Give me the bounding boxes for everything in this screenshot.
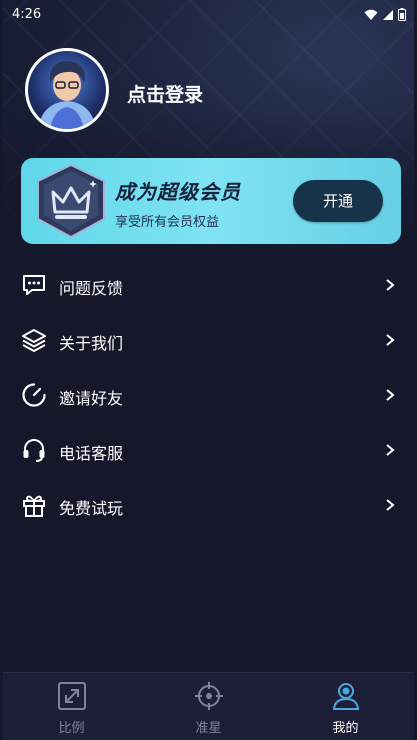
chevron-right-icon [386, 499, 395, 511]
menu-item-label: 电话客服 [59, 444, 124, 463]
menu-item-label: 免费试玩 [59, 499, 124, 518]
expand-icon [58, 682, 86, 710]
status-icons [364, 8, 406, 21]
vip-activate-button[interactable]: 开通 [293, 180, 383, 222]
menu-item-about[interactable]: 关于我们 [3, 313, 414, 368]
menu-item-label: 邀请好友 [59, 389, 124, 408]
timer-icon [22, 383, 46, 407]
tab-mine[interactable]: 我的 [277, 673, 414, 740]
menu-item-label: 关于我们 [59, 334, 124, 353]
login-text[interactable]: 点击登录 [127, 80, 203, 107]
status-bar: 4:26 [3, 0, 414, 30]
settings-menu: 问题反馈 关于我们 邀请好友 电话客服 免费试玩 [3, 258, 414, 533]
menu-item-customer-service[interactable]: 电话客服 [3, 423, 414, 478]
headset-icon [23, 439, 45, 462]
tab-label: 准星 [195, 721, 222, 736]
vip-banner[interactable]: 成为超级会员 享受所有会员权益 开通 [21, 158, 401, 244]
menu-item-feedback[interactable]: 问题反馈 [3, 258, 414, 313]
avatar[interactable] [25, 48, 109, 132]
chevron-right-icon [386, 389, 395, 401]
menu-item-label: 问题反馈 [59, 279, 124, 298]
signal-icon [383, 9, 393, 20]
chevron-right-icon [386, 279, 395, 291]
chevron-right-icon [386, 334, 395, 346]
tab-ratio[interactable]: 比例 [3, 673, 140, 740]
feedback-chat-icon [23, 275, 45, 295]
tab-label: 比例 [58, 721, 85, 736]
battery-icon [398, 8, 406, 21]
chevron-right-icon [386, 444, 395, 456]
app-screen: 4:26 点击登录 成为超级会员 享受所有会员权益 开通 问题反馈 关于我们 邀… [3, 0, 414, 740]
tab-label: 我的 [332, 721, 359, 736]
crosshair-icon [195, 682, 223, 710]
vip-title: 成为超级会员 [115, 180, 241, 204]
vip-subtitle: 享受所有会员权益 [115, 215, 220, 230]
layers-icon [22, 329, 46, 352]
status-time: 4:26 [12, 7, 42, 22]
menu-item-invite[interactable]: 邀请好友 [3, 368, 414, 423]
tab-crosshair[interactable]: 准星 [140, 673, 277, 740]
wifi-icon [364, 9, 378, 20]
menu-item-free-trial[interactable]: 免费试玩 [3, 478, 414, 533]
gift-icon [23, 495, 45, 517]
avatar-portrait-icon [38, 61, 96, 129]
bottom-tab-bar: 比例 准星 我的 [3, 672, 414, 740]
user-icon [332, 683, 360, 710]
crown-badge-icon [37, 163, 105, 239]
